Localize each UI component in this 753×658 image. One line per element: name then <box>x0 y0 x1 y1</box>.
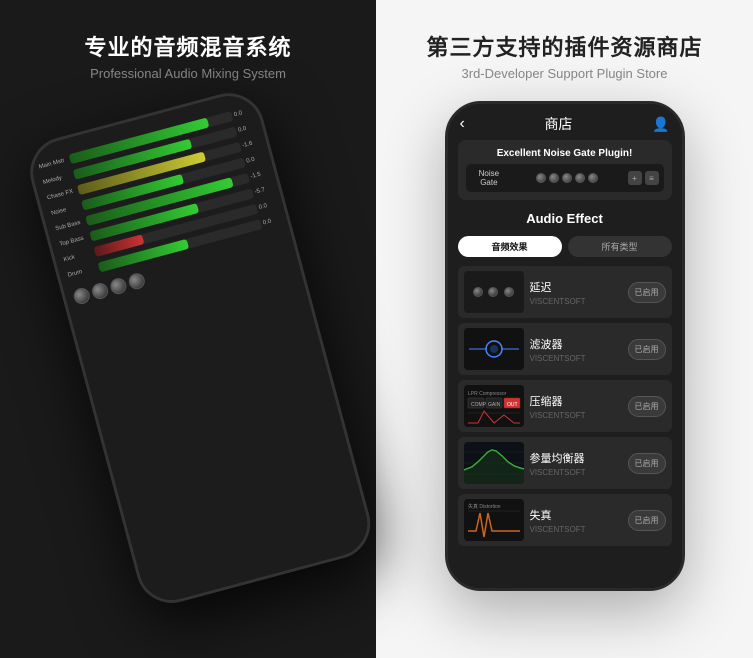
left-title-zh: 专业的音频混音系统 <box>84 30 291 62</box>
user-icon[interactable]: 👤 <box>652 116 669 133</box>
promo-knobs <box>512 173 622 183</box>
promo-plugin-card[interactable]: Noise Gate + ≡ <box>466 164 664 192</box>
plugin-btn-delay[interactable]: 已启用 <box>628 282 666 303</box>
promo-knob-3 <box>562 173 572 183</box>
plugin-info-comp: 压缩器 VISCENTSOFT <box>530 393 622 420</box>
plugin-thumb-comp: LPR Compressor COMP GAIN OUT <box>464 385 524 427</box>
tab-audio-effect[interactable]: 音频效果 <box>458 236 562 257</box>
plugin-list: 延迟 VISCENTSOFT 已启用 <box>448 262 682 588</box>
svg-text:OUT: OUT <box>507 402 518 408</box>
plugin-name-filter: 滤波器 <box>530 336 622 352</box>
store-header: ‹ 商店 👤 <box>448 104 682 140</box>
plugin-info-eq: 参量均衡器 VISCENTSOFT <box>530 450 622 477</box>
promo-menu-btn[interactable]: ≡ <box>645 171 659 185</box>
promo-knob-2 <box>549 173 559 183</box>
tab-all-types[interactable]: 所有类型 <box>568 236 672 257</box>
svg-text:失真 Distortion: 失真 Distortion <box>468 503 501 510</box>
promo-add-btn[interactable]: + <box>628 171 642 185</box>
promo-knob-1 <box>536 173 546 183</box>
promo-plugin-name: Noise Gate <box>471 169 508 187</box>
plugin-info-delay: 延迟 VISCENTSOFT <box>530 279 622 306</box>
svg-text:COMP: COMP <box>471 402 487 408</box>
left-title-en: Professional Audio Mixing System <box>90 66 286 81</box>
plugin-item-delay[interactable]: 延迟 VISCENTSOFT 已启用 <box>458 266 672 318</box>
promo-actions: + ≡ <box>628 171 659 185</box>
plugin-name-delay: 延迟 <box>530 279 622 295</box>
plugin-info-filter: 滤波器 VISCENTSOFT <box>530 336 622 363</box>
plugin-name-eq: 参量均衡器 <box>530 450 622 466</box>
plugin-thumb-delay <box>464 271 524 313</box>
right-phone-screen: ‹ 商店 👤 Excellent Noise Gate Plugin! Nois… <box>448 104 682 588</box>
right-title-en: 3rd-Developer Support Plugin Store <box>462 66 668 81</box>
plugin-btn-dist[interactable]: 已启用 <box>628 510 666 531</box>
plugin-thumb-dist: 失真 Distortion <box>464 499 524 541</box>
plugin-info-dist: 失真 VISCENTSOFT <box>530 507 622 534</box>
plugin-dev-dist: VISCENTSOFT <box>530 525 622 534</box>
left-panel: 专业的音频混音系统 Professional Audio Mixing Syst… <box>0 0 376 658</box>
plugin-dev-delay: VISCENTSOFT <box>530 297 622 306</box>
left-phone-mockup: Main Mstr 0.0 Melody 0.0 Chase FX <box>22 85 378 611</box>
plugin-dev-filter: VISCENTSOFT <box>530 354 622 363</box>
plugin-item-comp[interactable]: LPR Compressor COMP GAIN OUT 压缩器 <box>458 380 672 432</box>
plugin-promo: Excellent Noise Gate Plugin! Noise Gate … <box>458 140 672 200</box>
svg-text:GAIN: GAIN <box>488 402 501 408</box>
category-tabs: 音频效果 所有类型 <box>448 231 682 262</box>
plugin-btn-comp[interactable]: 已启用 <box>628 396 666 417</box>
plugin-item-filter[interactable]: 滤波器 VISCENTSOFT 已启用 <box>458 323 672 375</box>
plugin-dev-eq: VISCENTSOFT <box>530 468 622 477</box>
plugin-name-comp: 压缩器 <box>530 393 622 409</box>
promo-knob-5 <box>588 173 598 183</box>
left-phone-screen: Main Mstr 0.0 Melody 0.0 Chase FX <box>26 89 375 607</box>
plugin-item-dist[interactable]: 失真 Distortion 失真 VISCENTSOFT 已启用 <box>458 494 672 546</box>
plugin-btn-eq[interactable]: 已启用 <box>628 453 666 474</box>
plugin-name-dist: 失真 <box>530 507 622 523</box>
promo-title: Excellent Noise Gate Plugin! <box>466 148 664 159</box>
plugin-item-eq[interactable]: 参量均衡器 VISCENTSOFT 已启用 <box>458 437 672 489</box>
svg-text:LPR Compressor: LPR Compressor <box>468 391 507 397</box>
right-title-zh: 第三方支持的插件资源商店 <box>426 30 702 62</box>
section-header: Audio Effect <box>448 206 682 231</box>
plugin-btn-filter[interactable]: 已启用 <box>628 339 666 360</box>
plugin-thumb-filter <box>464 328 524 370</box>
plugin-thumb-eq <box>464 442 524 484</box>
right-phone-mockup: ‹ 商店 👤 Excellent Noise Gate Plugin! Nois… <box>445 101 685 591</box>
promo-knob-4 <box>575 173 585 183</box>
right-panel: 第三方支持的插件资源商店 3rd-Developer Support Plugi… <box>376 0 753 658</box>
plugin-dev-comp: VISCENTSOFT <box>530 411 622 420</box>
store-title: 商店 <box>544 114 572 134</box>
back-button[interactable]: ‹ <box>460 115 465 133</box>
